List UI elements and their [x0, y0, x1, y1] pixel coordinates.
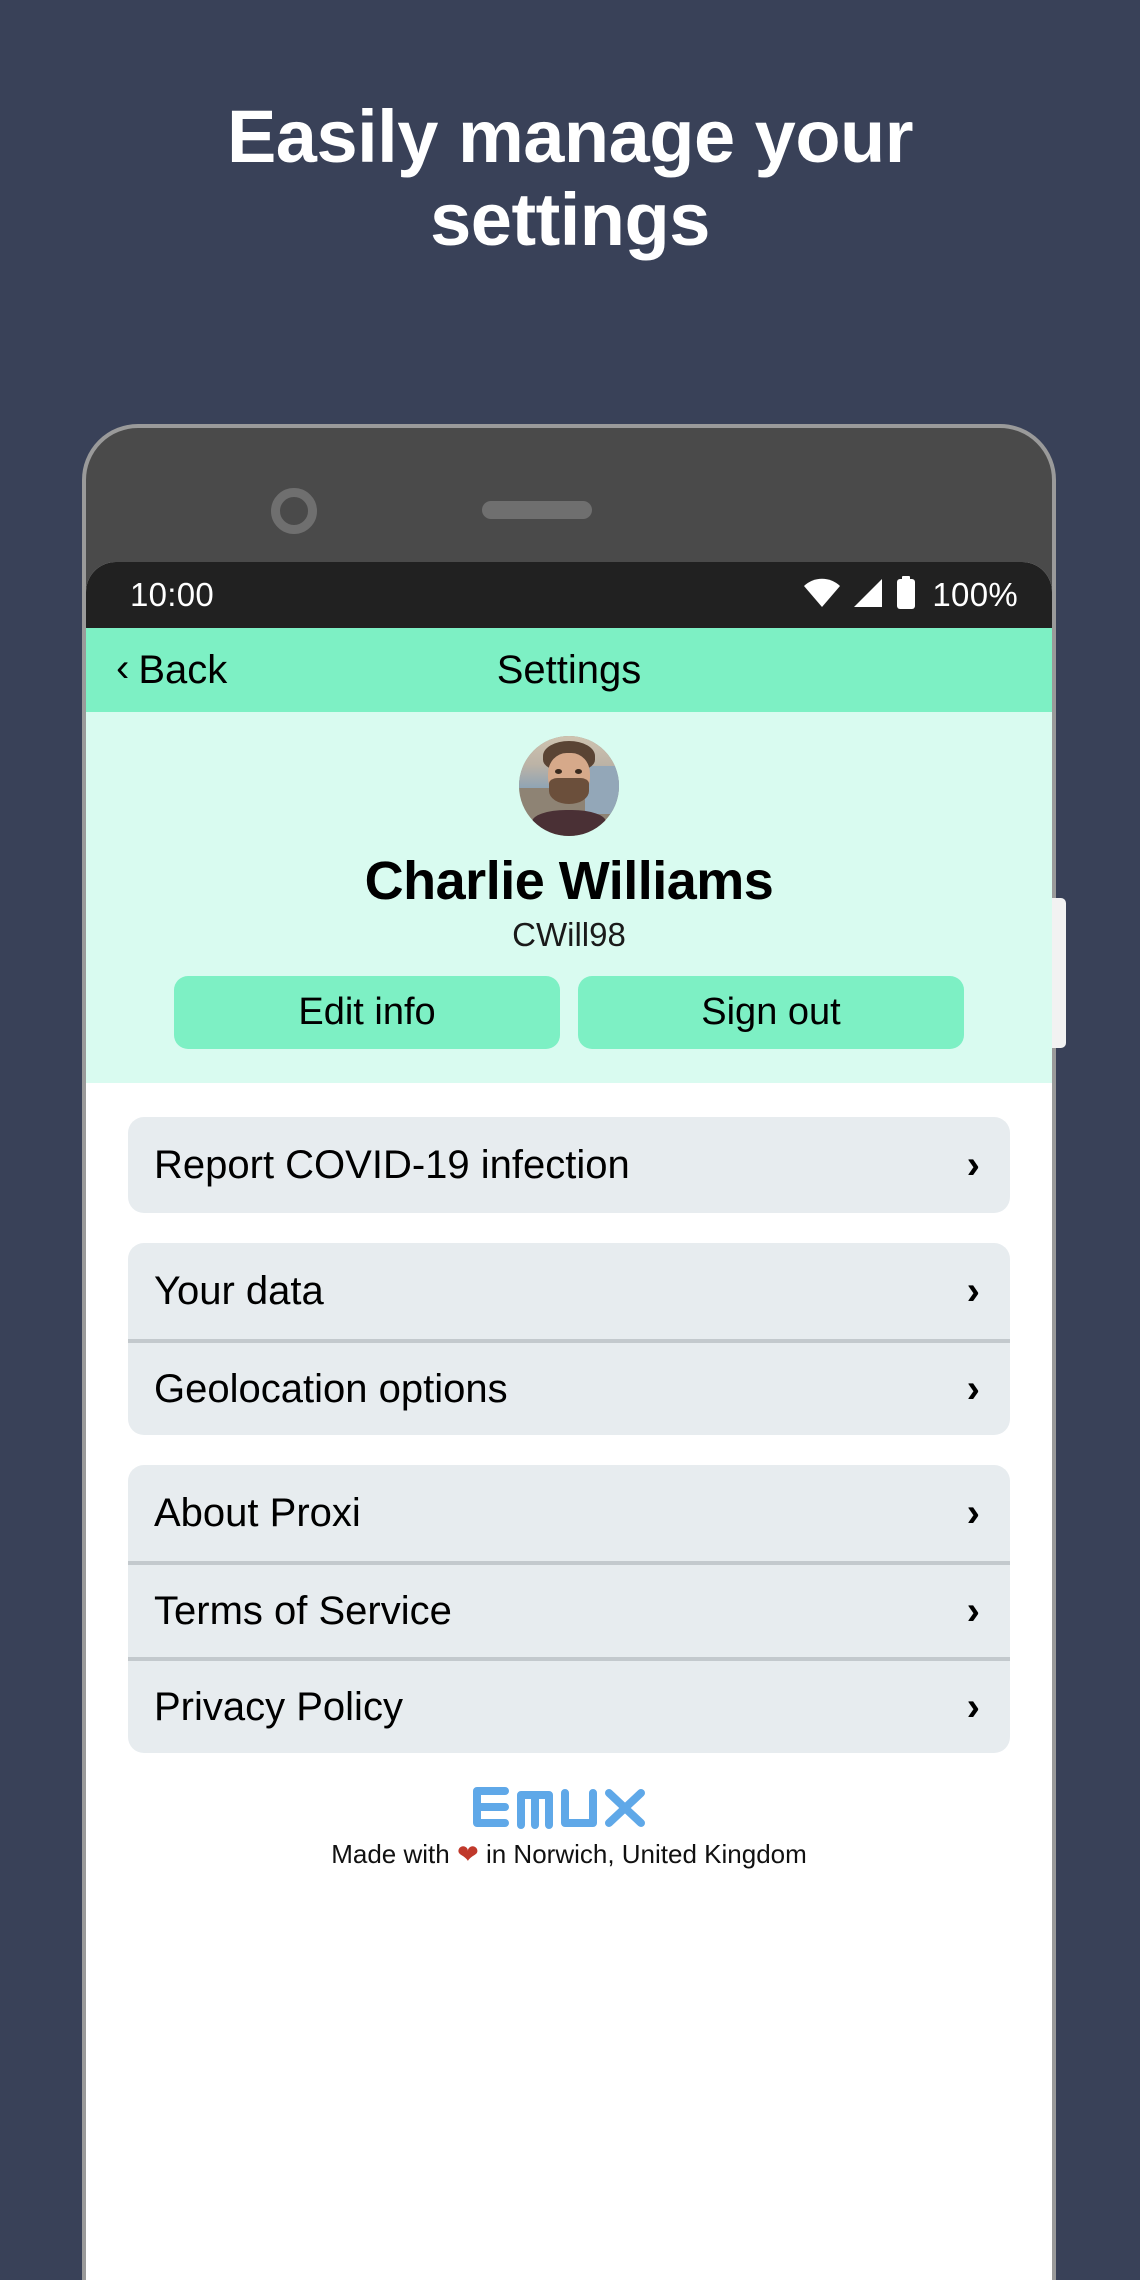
app-header: ‹ Back Settings	[86, 628, 1052, 712]
avatar-shirt	[532, 810, 606, 836]
footer-credit: Made with ❤ in Norwich, United Kingdom	[86, 1839, 1052, 1870]
footer-credit-suffix: in Norwich, United Kingdom	[478, 1839, 807, 1869]
wifi-icon	[803, 578, 841, 613]
heart-icon: ❤	[456, 1839, 479, 1869]
settings-list: Report COVID-19 infection › Your data › …	[86, 1083, 1052, 1870]
status-clock: 10:00	[130, 576, 215, 613]
avatar-beard	[549, 778, 589, 804]
emux-logo	[473, 1787, 645, 1829]
front-camera-icon	[271, 488, 317, 534]
settings-group-health: Report COVID-19 infection ›	[128, 1117, 1010, 1213]
profile-username: CWill98	[512, 916, 626, 953]
chevron-left-icon: ‹	[116, 646, 130, 690]
battery-full-icon	[895, 575, 917, 615]
profile-section: Charlie Williams CWill98 Edit info Sign …	[86, 712, 1052, 1083]
status-bar: 10:00 100%	[86, 562, 1052, 628]
settings-row-label: Geolocation options	[154, 1366, 508, 1411]
back-button[interactable]: ‹ Back	[116, 648, 227, 693]
chevron-right-icon: ›	[966, 1685, 980, 1729]
phone-screen: 10:00 100% ‹ Back Settings Charlie Willi…	[86, 562, 1052, 2280]
page-title: Easily manage your settings	[226, 95, 914, 261]
settings-row-label: Terms of Service	[154, 1588, 452, 1633]
settings-row-privacy-policy[interactable]: Privacy Policy ›	[128, 1657, 1010, 1753]
profile-name: Charlie Williams	[364, 851, 774, 911]
avatar-eye-left	[555, 769, 562, 774]
battery-percentage: 100%	[932, 576, 1018, 613]
phone-bezel-top	[86, 428, 1052, 562]
footer: Made with ❤ in Norwich, United Kingdom	[86, 1783, 1052, 1870]
chevron-right-icon: ›	[966, 1367, 980, 1411]
sign-out-button[interactable]: Sign out	[578, 976, 964, 1049]
chevron-right-icon: ›	[966, 1143, 980, 1187]
screen-title: Settings	[496, 647, 642, 692]
earpiece-speaker-icon	[482, 501, 592, 519]
power-button[interactable]	[1052, 898, 1066, 1048]
footer-credit-prefix: Made with	[331, 1839, 457, 1869]
edit-info-button[interactable]: Edit info	[174, 976, 560, 1049]
chevron-right-icon: ›	[966, 1269, 980, 1313]
avatar-background-right	[585, 766, 619, 814]
settings-row-terms-of-service[interactable]: Terms of Service ›	[128, 1561, 1010, 1657]
chevron-right-icon: ›	[966, 1491, 980, 1535]
status-indicators: 100%	[803, 575, 1018, 615]
settings-row-about-proxi[interactable]: About Proxi ›	[128, 1465, 1010, 1561]
phone-device-mockup: 10:00 100% ‹ Back Settings Charlie Willi…	[82, 424, 1066, 2280]
settings-group-data: Your data › Geolocation options ›	[128, 1243, 1010, 1435]
settings-row-label: Report COVID-19 infection	[154, 1142, 630, 1187]
settings-group-legal: About Proxi › Terms of Service › Privacy…	[128, 1465, 1010, 1753]
settings-row-label: Your data	[154, 1268, 324, 1313]
settings-row-your-data[interactable]: Your data ›	[128, 1243, 1010, 1339]
avatar[interactable]	[519, 736, 619, 836]
chevron-right-icon: ›	[966, 1589, 980, 1633]
settings-row-report-covid[interactable]: Report COVID-19 infection ›	[128, 1117, 1010, 1213]
profile-actions: Edit info Sign out	[86, 976, 1052, 1049]
cellular-signal-icon	[852, 578, 884, 613]
settings-row-label: About Proxi	[154, 1490, 361, 1535]
settings-row-label: Privacy Policy	[154, 1684, 403, 1729]
avatar-eye-right	[575, 769, 582, 774]
back-button-label: Back	[138, 647, 228, 692]
settings-row-geolocation-options[interactable]: Geolocation options ›	[128, 1339, 1010, 1435]
